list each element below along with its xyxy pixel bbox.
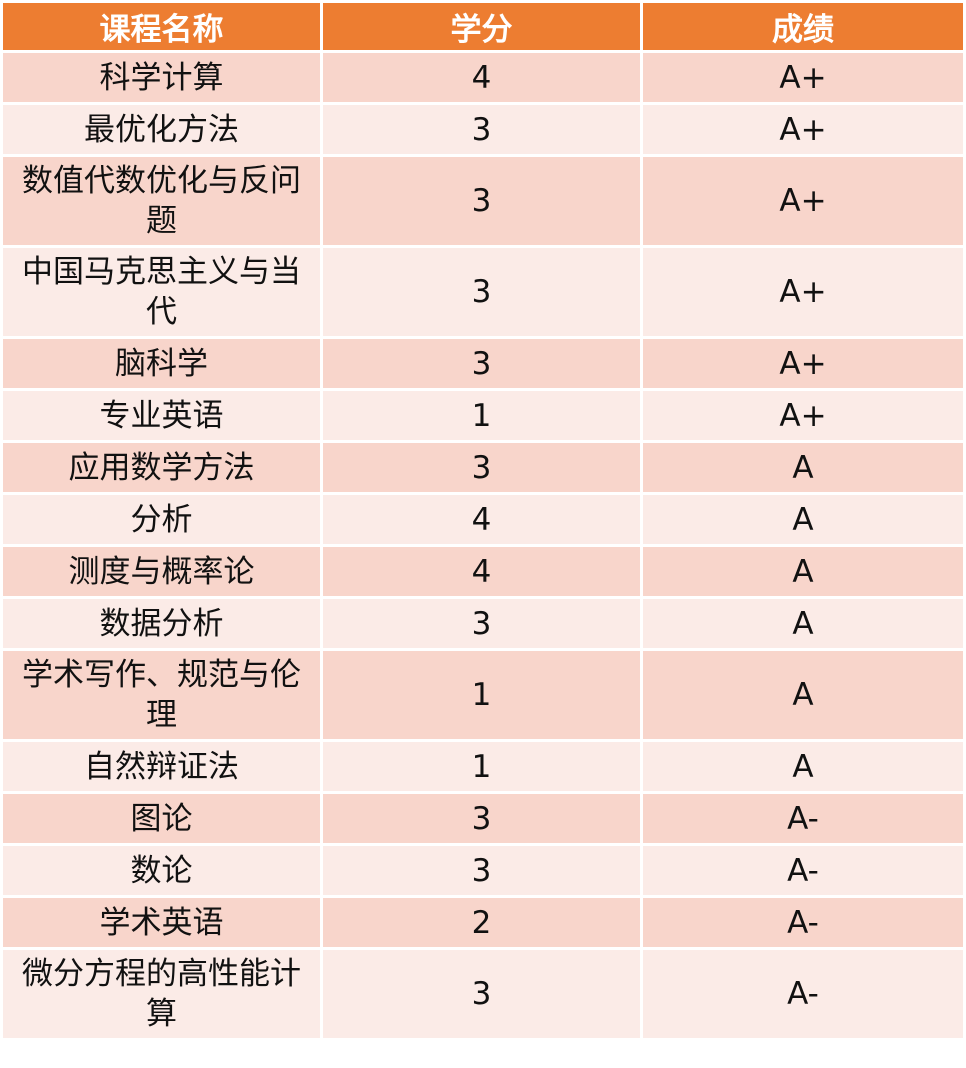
- credits-cell: 3: [323, 950, 640, 1038]
- course-name-cell: 脑科学: [3, 339, 320, 388]
- credits-cell: 3: [323, 248, 640, 336]
- course-name-cell: 科学计算: [3, 53, 320, 102]
- grade-cell: A: [643, 495, 963, 544]
- credits-cell: 1: [323, 651, 640, 739]
- header-credits: 学分: [323, 3, 640, 50]
- table-row: 微分方程的高性能计算 3 A-: [3, 950, 963, 1038]
- table-row: 数论 3 A-: [3, 846, 963, 895]
- credits-cell: 3: [323, 794, 640, 843]
- course-name-cell: 最优化方法: [3, 105, 320, 154]
- grade-table: 课程名称 学分 成绩 科学计算 4 A+ 最优化方法 3 A+ 数值代数优化与反…: [0, 0, 966, 1041]
- grade-cell: A+: [643, 248, 963, 336]
- credits-cell: 3: [323, 157, 640, 245]
- grade-cell: A-: [643, 846, 963, 895]
- table-row: 中国马克思主义与当代 3 A+: [3, 248, 963, 336]
- grade-cell: A+: [643, 391, 963, 440]
- table-row: 数值代数优化与反问题 3 A+: [3, 157, 963, 245]
- credits-cell: 4: [323, 495, 640, 544]
- table-row: 应用数学方法 3 A: [3, 443, 963, 492]
- credits-cell: 1: [323, 391, 640, 440]
- grade-cell: A-: [643, 898, 963, 947]
- table-row: 专业英语 1 A+: [3, 391, 963, 440]
- table-row: 最优化方法 3 A+: [3, 105, 963, 154]
- table-row: 科学计算 4 A+: [3, 53, 963, 102]
- table-row: 学术英语 2 A-: [3, 898, 963, 947]
- course-name-cell: 专业英语: [3, 391, 320, 440]
- header-row: 课程名称 学分 成绩: [3, 3, 963, 50]
- credits-cell: 4: [323, 53, 640, 102]
- grade-cell: A-: [643, 794, 963, 843]
- table-header: 课程名称 学分 成绩: [3, 3, 963, 50]
- credits-cell: 3: [323, 105, 640, 154]
- course-name-cell: 数据分析: [3, 599, 320, 648]
- table-row: 测度与概率论 4 A: [3, 547, 963, 596]
- grade-cell: A: [643, 651, 963, 739]
- course-name-cell: 图论: [3, 794, 320, 843]
- course-name-cell: 中国马克思主义与当代: [3, 248, 320, 336]
- grade-cell: A-: [643, 950, 963, 1038]
- header-grade: 成绩: [643, 3, 963, 50]
- course-name-cell: 数值代数优化与反问题: [3, 157, 320, 245]
- table-body: 科学计算 4 A+ 最优化方法 3 A+ 数值代数优化与反问题 3 A+ 中国马…: [3, 53, 963, 1038]
- grade-cell: A+: [643, 157, 963, 245]
- grade-cell: A: [643, 599, 963, 648]
- course-name-cell: 学术英语: [3, 898, 320, 947]
- credits-cell: 3: [323, 846, 640, 895]
- course-name-cell: 数论: [3, 846, 320, 895]
- table-row: 图论 3 A-: [3, 794, 963, 843]
- credits-cell: 3: [323, 443, 640, 492]
- table-row: 学术写作、规范与伦理 1 A: [3, 651, 963, 739]
- grade-cell: A: [643, 547, 963, 596]
- grade-cell: A+: [643, 105, 963, 154]
- table-row: 分析 4 A: [3, 495, 963, 544]
- grade-cell: A+: [643, 339, 963, 388]
- grade-cell: A: [643, 742, 963, 791]
- credits-cell: 2: [323, 898, 640, 947]
- credits-cell: 1: [323, 742, 640, 791]
- course-name-cell: 分析: [3, 495, 320, 544]
- credits-cell: 3: [323, 339, 640, 388]
- grade-cell: A+: [643, 53, 963, 102]
- header-course-name: 课程名称: [3, 3, 320, 50]
- course-name-cell: 测度与概率论: [3, 547, 320, 596]
- course-name-cell: 学术写作、规范与伦理: [3, 651, 320, 739]
- credits-cell: 4: [323, 547, 640, 596]
- course-name-cell: 微分方程的高性能计算: [3, 950, 320, 1038]
- table-row: 数据分析 3 A: [3, 599, 963, 648]
- table-row: 脑科学 3 A+: [3, 339, 963, 388]
- credits-cell: 3: [323, 599, 640, 648]
- grade-cell: A: [643, 443, 963, 492]
- course-name-cell: 应用数学方法: [3, 443, 320, 492]
- table-row: 自然辩证法 1 A: [3, 742, 963, 791]
- course-name-cell: 自然辩证法: [3, 742, 320, 791]
